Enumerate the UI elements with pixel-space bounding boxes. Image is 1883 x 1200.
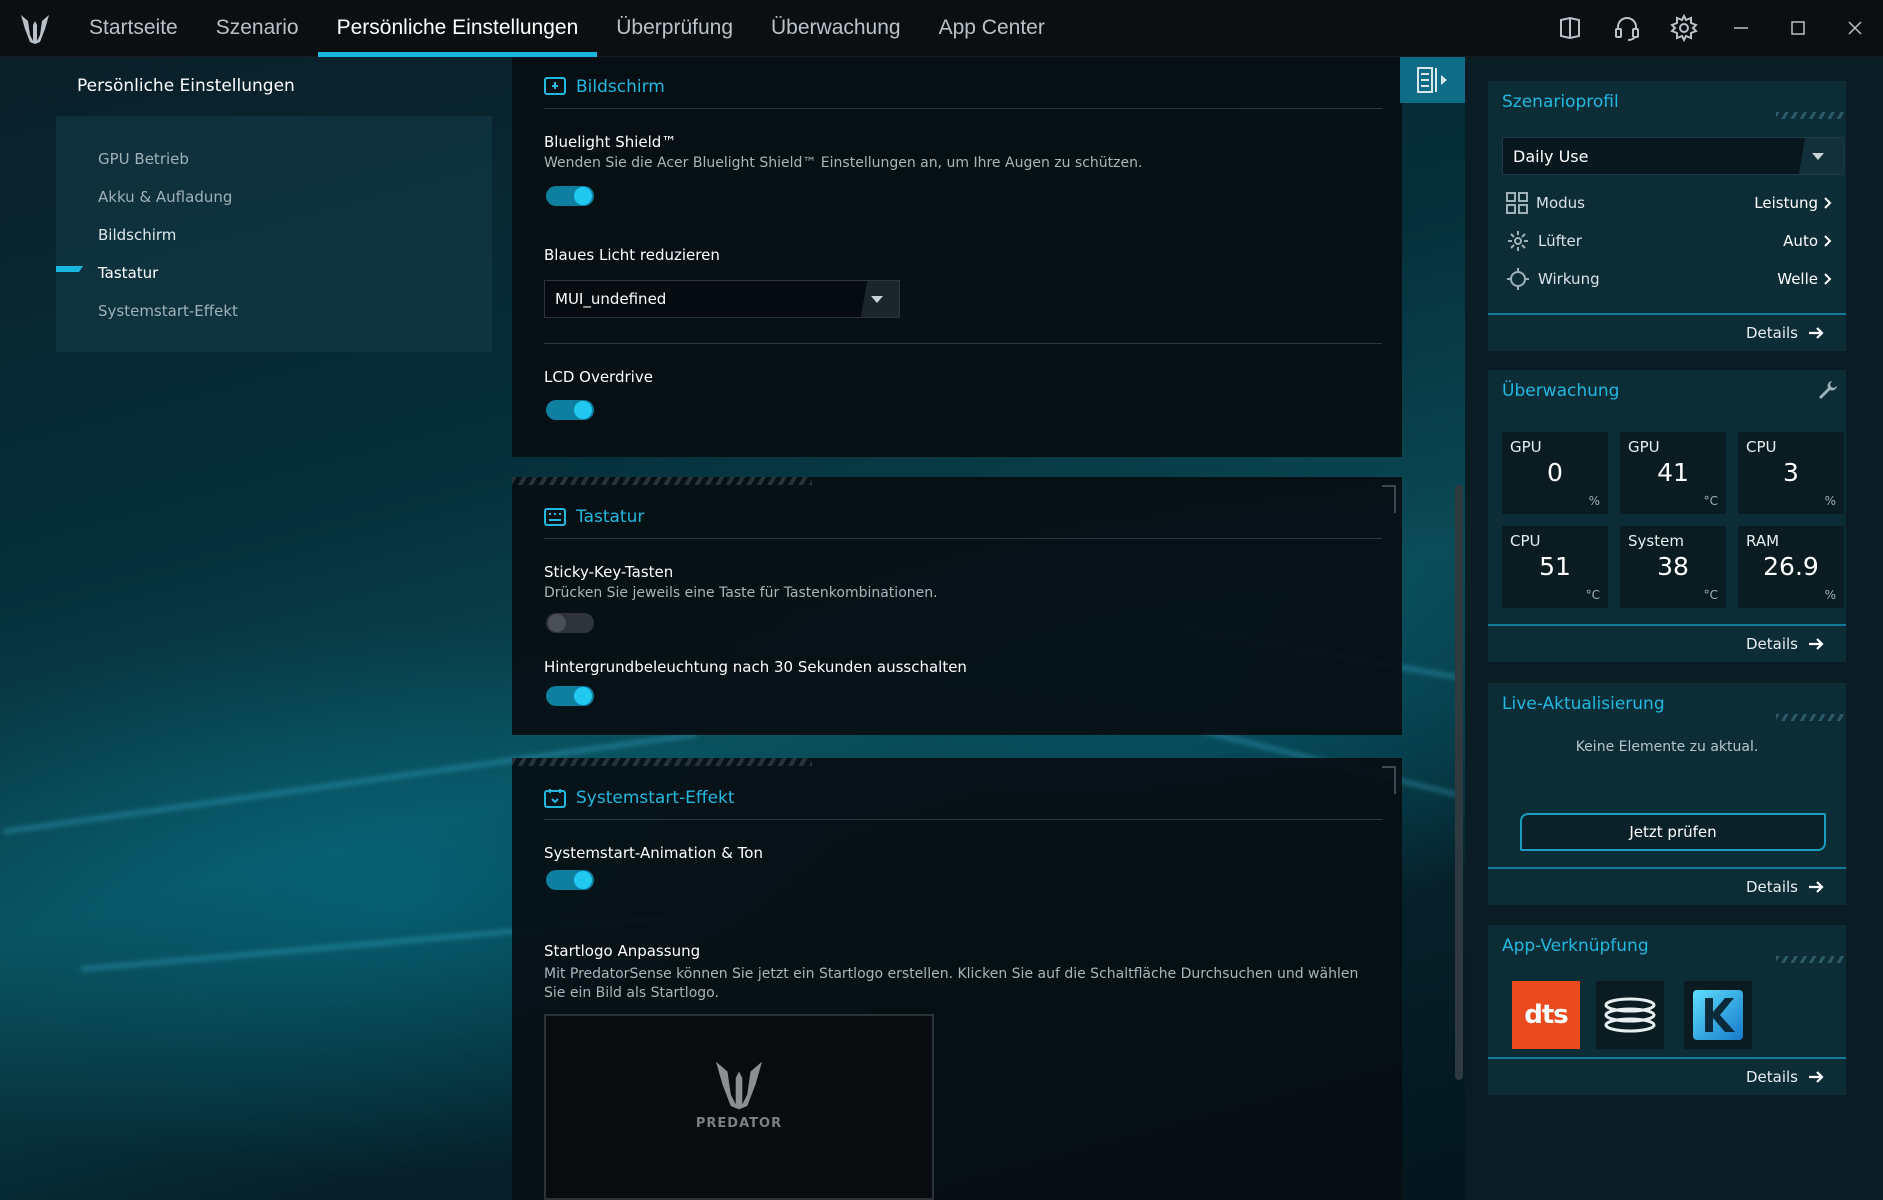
- profile-row-wirkung[interactable]: Wirkung Welle: [1506, 265, 1832, 293]
- sticky-keys-desc: Drücken Sie jeweils eine Taste für Taste…: [544, 585, 938, 601]
- screen-panel: Bildschirm Bluelight Shield™ Wenden Sie …: [512, 57, 1402, 457]
- fan-icon: [1508, 231, 1528, 251]
- monitor-tile-cpu-temp: CPU 51 °C: [1502, 526, 1608, 608]
- monitoring-details-link[interactable]: Details: [1488, 624, 1846, 662]
- dts-app-icon[interactable]: dts: [1512, 981, 1580, 1049]
- sidebar-item-systemstart[interactable]: Systemstart-Effekt: [98, 302, 238, 320]
- sticky-keys-title: Sticky-Key-Tasten: [544, 563, 674, 581]
- maximize-icon[interactable]: [1769, 0, 1826, 57]
- monitor-tile-ram-usage: RAM 26.9%: [1738, 526, 1844, 608]
- main-nav: Startseite Szenario Persönliche Einstell…: [70, 0, 1064, 57]
- live-update-title: Live-Aktualisierung: [1502, 694, 1665, 714]
- sidebar-active-marker: [56, 266, 83, 272]
- monitor-tile-system-temp: System 38 °C: [1620, 526, 1726, 608]
- sidebar-item-akku[interactable]: Akku & Aufladung: [98, 188, 232, 206]
- predator-logo-icon[interactable]: [0, 0, 70, 57]
- profile-selected-value: Daily Use: [1513, 146, 1589, 166]
- sidebar-item-tastatur[interactable]: Tastatur: [98, 264, 158, 282]
- sidebar-item-bildschirm[interactable]: Bildschirm: [98, 226, 176, 244]
- sidebar-title: Persönliche Einstellungen: [77, 76, 295, 96]
- startlogo-title: Startlogo Anpassung: [544, 942, 701, 960]
- bluelight-toggle[interactable]: [546, 186, 594, 206]
- nav-tab-app-center[interactable]: App Center: [920, 0, 1064, 57]
- monitor-tile-gpu-usage: GPU 0%: [1502, 432, 1608, 514]
- overdrive-title: LCD Overdrive: [544, 368, 653, 386]
- reduce-blue-select[interactable]: MUI_undefined: [544, 280, 900, 318]
- arrow-right-icon: [1809, 327, 1824, 339]
- screen-section-title: Bildschirm: [576, 77, 665, 97]
- grid-icon: [1506, 192, 1528, 214]
- app-links-details-link[interactable]: Details: [1488, 1057, 1846, 1095]
- wrench-icon[interactable]: [1818, 380, 1838, 400]
- arrow-right-icon: [1809, 638, 1824, 650]
- sidebar-menu: GPU Betrieb Akku & Aufladung Bildschirm …: [56, 116, 492, 352]
- boot-section-title: Systemstart-Effekt: [576, 788, 735, 808]
- live-update-card: Live-Aktualisierung Keine Elemente zu ak…: [1488, 683, 1846, 905]
- predator-wordmark: PREDATOR: [695, 1116, 783, 1131]
- keyboard-section-title: Tastatur: [576, 507, 645, 527]
- profile-row-modus[interactable]: Modus Leistung: [1506, 189, 1832, 217]
- nav-tab-startseite[interactable]: Startseite: [70, 0, 197, 57]
- profile-row-luefter[interactable]: Lüfter Auto: [1506, 227, 1832, 255]
- chevron-down-icon: [1793, 138, 1843, 174]
- nahimic-app-icon[interactable]: [1596, 981, 1664, 1049]
- overdrive-toggle[interactable]: [546, 400, 594, 420]
- collapse-panel-button[interactable]: [1400, 57, 1465, 103]
- chevron-right-icon: [1824, 273, 1832, 285]
- keyboard-panel: Tastatur Sticky-Key-Tasten Drücken Sie j…: [512, 477, 1402, 735]
- boot-anim-title: Systemstart-Animation & Ton: [544, 844, 763, 862]
- chevron-right-icon: [1824, 197, 1832, 209]
- monitor-tile-cpu-usage: CPU 3%: [1738, 432, 1844, 514]
- close-icon[interactable]: [1826, 0, 1883, 57]
- startlogo-preview[interactable]: PREDATOR: [544, 1014, 934, 1200]
- monitor-tile-gpu-temp: GPU 41 °C: [1620, 432, 1726, 514]
- arrow-right-icon: [1809, 1071, 1824, 1083]
- nav-tab-szenario[interactable]: Szenario: [197, 0, 318, 57]
- live-update-details-link[interactable]: Details: [1488, 867, 1846, 905]
- gear-icon[interactable]: [1655, 0, 1712, 57]
- headset-icon[interactable]: [1598, 0, 1655, 57]
- panel-collapse-icon: [1416, 67, 1447, 93]
- chevron-right-icon: [1824, 235, 1832, 247]
- check-now-button[interactable]: Jetzt prüfen: [1520, 813, 1826, 851]
- monitoring-card: Überwachung GPU 0% GPU 41 °C CPU 3% CPU 51 °C …: [1488, 370, 1846, 662]
- reduce-blue-title: Blaues Licht reduzieren: [544, 246, 720, 264]
- monitoring-title: Überwachung: [1502, 381, 1620, 401]
- profile-select[interactable]: Daily Use: [1502, 137, 1844, 175]
- scenario-profile-card: Szenarioprofil Daily Use Modus Leistung …: [1488, 81, 1846, 351]
- boot-section-header: Systemstart-Effekt: [544, 788, 735, 808]
- reduce-blue-value: MUI_undefined: [555, 290, 667, 308]
- nav-tab-personal-settings[interactable]: Persönliche Einstellungen: [317, 0, 598, 57]
- boot-icon: [544, 789, 566, 808]
- keyboard-section-header: Tastatur: [544, 507, 644, 527]
- startlogo-desc: Mit PredatorSense können Sie jetzt ein S…: [544, 966, 1359, 1001]
- scenario-profile-title: Szenarioprofil: [1502, 92, 1619, 112]
- screen-section-header: Bildschirm: [544, 77, 665, 97]
- top-bar: Startseite Szenario Persönliche Einstell…: [0, 0, 1883, 57]
- predator-logo-icon: [715, 1061, 763, 1110]
- boot-anim-toggle[interactable]: [546, 870, 594, 890]
- chevron-down-icon: [855, 281, 899, 317]
- bluelight-title: Bluelight Shield™: [544, 133, 677, 151]
- keyboard-icon: [544, 508, 566, 526]
- app-links-title: App-Verknüpfung: [1502, 936, 1649, 956]
- profile-details-link[interactable]: Details: [1488, 313, 1846, 351]
- arrow-right-icon: [1809, 881, 1824, 893]
- backlight-toggle[interactable]: [546, 686, 594, 706]
- nav-tab-ueberpruefung[interactable]: Überprüfung: [597, 0, 752, 57]
- killer-app-icon[interactable]: [1684, 981, 1752, 1049]
- live-update-status: Keine Elemente zu aktual.: [1575, 739, 1759, 755]
- backlight-title: Hintergrundbeleuchtung nach 30 Sekunden …: [544, 658, 967, 676]
- sticky-keys-toggle[interactable]: [546, 613, 594, 633]
- sidebar-item-gpu[interactable]: GPU Betrieb: [98, 150, 189, 168]
- effect-icon: [1507, 268, 1529, 290]
- minimize-icon[interactable]: [1712, 0, 1769, 57]
- content-scrollbar[interactable]: [1455, 485, 1463, 1080]
- monitor-icon: [544, 77, 566, 95]
- book-icon[interactable]: [1541, 0, 1598, 57]
- app-links-card: App-Verknüpfung dts Details: [1488, 925, 1846, 1095]
- nav-tab-ueberwachung[interactable]: Überwachung: [752, 0, 920, 57]
- bluelight-desc: Wenden Sie die Acer Bluelight Shield™ Ei…: [544, 155, 1143, 171]
